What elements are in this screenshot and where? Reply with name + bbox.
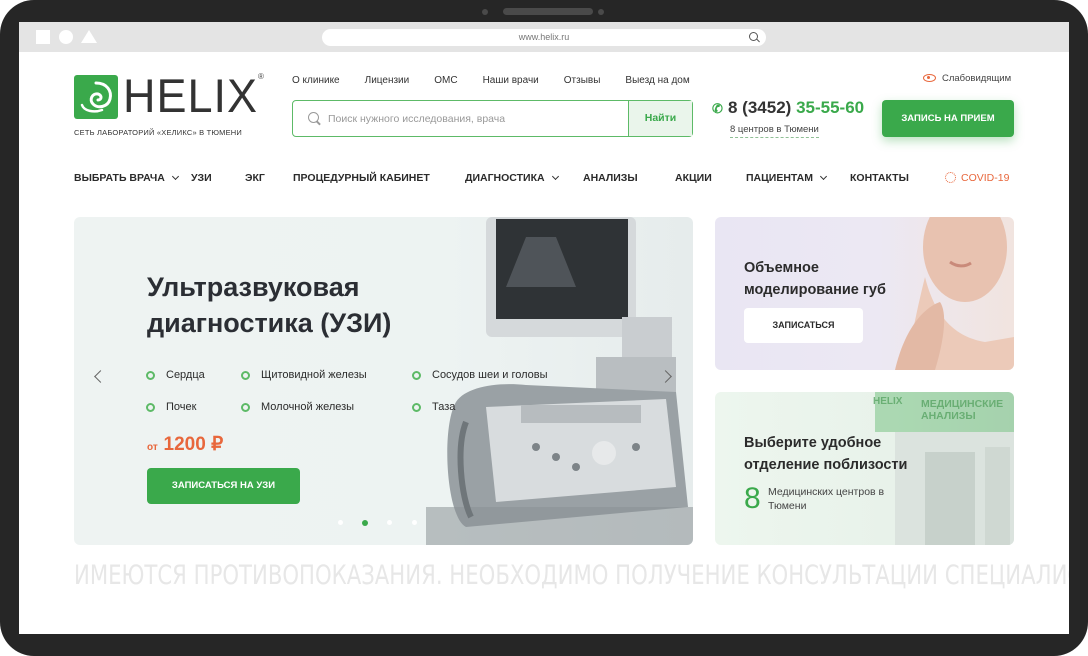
window-triangle-icon[interactable] xyxy=(81,30,97,43)
promo-card-office[interactable]: HELIX МЕДИЦИНСКИЕ АНАЛИЗЫ Выберите удобн… xyxy=(715,392,1014,545)
book-appointment-button[interactable]: ЗАПИСЬ НА ПРИЕМ xyxy=(882,100,1014,137)
nav-patients-label: ПАЦИЕНТАМ xyxy=(746,172,814,184)
nav-diagnostics[interactable]: ДИАГНОСТИКА xyxy=(465,172,559,184)
list-item: Почек xyxy=(145,401,197,413)
list-item-label: Таза xyxy=(432,401,456,413)
slider-dot[interactable] xyxy=(387,520,392,525)
centers-count: 8 xyxy=(744,482,761,515)
nav-covid[interactable]: COVID-19 xyxy=(945,172,1009,184)
search-input[interactable] xyxy=(328,109,618,129)
list-item-label: Щитовидной железы xyxy=(261,369,367,381)
slider-dot-active[interactable] xyxy=(362,520,368,526)
phone-icon: ✆ xyxy=(712,101,723,116)
centers-link[interactable]: 8 центров в Тюмени xyxy=(730,124,819,138)
list-item-label: Молочной железы xyxy=(261,401,355,413)
chevron-down-icon xyxy=(551,172,559,181)
phone-number[interactable]: ✆ 8 (3452) 35-55-60 xyxy=(712,98,864,118)
url-text: www.helix.ru xyxy=(518,32,570,42)
low-vision-link[interactable]: Слабовидящим xyxy=(923,73,1011,84)
low-vision-label: Слабовидящим xyxy=(942,73,1012,84)
topnav-link-licenses[interactable]: Лицензии xyxy=(365,75,410,86)
topnav-link-oms[interactable]: ОМС xyxy=(434,75,457,86)
search-box: Найти xyxy=(292,100,693,137)
chevron-down-icon xyxy=(171,172,179,181)
device-frame: www.helix.ru HELIX ® СЕТЬ ЛАБОРАТОРИЙ «Х… xyxy=(0,0,1088,656)
list-item-label: Почек xyxy=(166,401,197,413)
nav-choose-doctor[interactable]: ВЫБРАТЬ ВРАЧА xyxy=(74,172,179,184)
price-prefix: от xyxy=(147,442,158,453)
list-item: Молочной железы xyxy=(240,401,355,413)
card-lips-signup-button[interactable]: ЗАПИСАТЬСЯ xyxy=(744,308,863,343)
logo-wordmark: HELIX xyxy=(123,68,259,123)
logo-subtitle: СЕТЬ ЛАБОРАТОРИЙ «ХЕЛИКС» В ТЮМЕНИ xyxy=(74,128,243,137)
nav-ecg[interactable]: ЭКГ xyxy=(245,172,265,184)
book-ultrasound-button[interactable]: ЗАПИСАТЬСЯ НА УЗИ xyxy=(147,468,300,504)
browser-screen: www.helix.ru HELIX ® СЕТЬ ЛАБОРАТОРИЙ «Х… xyxy=(19,22,1069,634)
list-item: Сосудов шеи и головы xyxy=(412,369,548,381)
topnav-link-home-visit[interactable]: Выезд на дом xyxy=(625,75,689,86)
hero-price: от 1200 ₽ xyxy=(147,433,223,456)
list-item: Сердца xyxy=(146,369,205,381)
hero-title: Ультразвуковая диагностика (УЗИ) xyxy=(147,272,392,338)
list-item: Таза xyxy=(411,401,456,413)
slider-dot[interactable] xyxy=(338,520,343,525)
logo-swirl-icon xyxy=(74,75,118,119)
phone-prefix: 8 (3452) xyxy=(728,98,792,117)
window-square-icon[interactable] xyxy=(36,30,50,44)
centers-count-label: Медицинских центров в Тюмени xyxy=(768,486,885,512)
search-icon[interactable] xyxy=(749,32,758,41)
nav-patients[interactable]: ПАЦИЕНТАМ xyxy=(746,172,828,184)
main-nav: ВЫБРАТЬ ВРАЧА УЗИ ЭКГ ПРОЦЕДУРНЫЙ КАБИНЕ… xyxy=(74,172,1014,186)
speaker-bar xyxy=(503,8,593,15)
card-office-title: Выберите удобное отделение поблизости xyxy=(744,435,908,473)
eye-icon xyxy=(923,74,936,82)
list-item: Щитовидной железы xyxy=(241,369,367,381)
promo-card-lips[interactable]: Объемное моделирование губ ЗАПИСАТЬСЯ xyxy=(715,217,1014,370)
topnav-link-reviews[interactable]: Отзывы xyxy=(564,75,601,86)
topnav-link-about[interactable]: О клинике xyxy=(292,75,340,86)
address-bar[interactable]: www.helix.ru xyxy=(322,29,766,46)
nav-ultrasound[interactable]: УЗИ xyxy=(191,172,212,184)
chevron-down-icon xyxy=(819,172,828,181)
nav-covid-label: COVID-19 xyxy=(961,172,1010,184)
disclaimer-text: ИМЕЮТСЯ ПРОТИВОПОКАЗАНИЯ. НЕОБХОДИМО ПОЛ… xyxy=(74,560,1069,591)
browser-toolbar: www.helix.ru xyxy=(19,22,1069,52)
nav-analyses[interactable]: АНАЛИЗЫ xyxy=(583,172,638,184)
topnav-link-doctors[interactable]: Наши врачи xyxy=(483,75,539,86)
logo-registered: ® xyxy=(258,72,264,81)
nav-promotions[interactable]: АКЦИИ xyxy=(675,172,712,184)
ultrasound-machine-image xyxy=(426,217,693,545)
nav-procedure-room[interactable]: ПРОЦЕДУРНЫЙ КАБИНЕТ xyxy=(293,172,430,184)
nav-choose-doctor-label: ВЫБРАТЬ ВРАЧА xyxy=(74,172,165,184)
virus-icon xyxy=(945,172,956,183)
slider-prev-arrow-icon[interactable] xyxy=(94,370,107,383)
card-lips-title: Объемное моделирование губ xyxy=(744,260,886,298)
price-value: 1200 ₽ xyxy=(163,434,224,455)
top-nav: О клинике Лицензии ОМС Наши врачи Отзывы… xyxy=(292,75,715,86)
camera-dot xyxy=(482,9,488,15)
search-button[interactable]: Найти xyxy=(628,101,692,136)
list-item-label: Сердца xyxy=(166,369,205,381)
hero-slider: Ультразвуковая диагностика (УЗИ) Сердца … xyxy=(74,217,693,545)
list-item-label: Сосудов шеи и головы xyxy=(432,369,548,381)
nav-diagnostics-label: ДИАГНОСТИКА xyxy=(465,172,545,184)
nav-contacts[interactable]: КОНТАКТЫ xyxy=(850,172,909,184)
slider-dot[interactable] xyxy=(412,520,417,525)
sensor-dot xyxy=(598,9,604,15)
sign-brand: HELIX xyxy=(873,396,903,407)
search-icon xyxy=(308,112,319,123)
sign-text: МЕДИЦИНСКИЕ АНАЛИЗЫ xyxy=(921,398,1004,422)
phone-main: 35-55-60 xyxy=(796,98,865,117)
window-circle-icon[interactable] xyxy=(59,30,73,44)
